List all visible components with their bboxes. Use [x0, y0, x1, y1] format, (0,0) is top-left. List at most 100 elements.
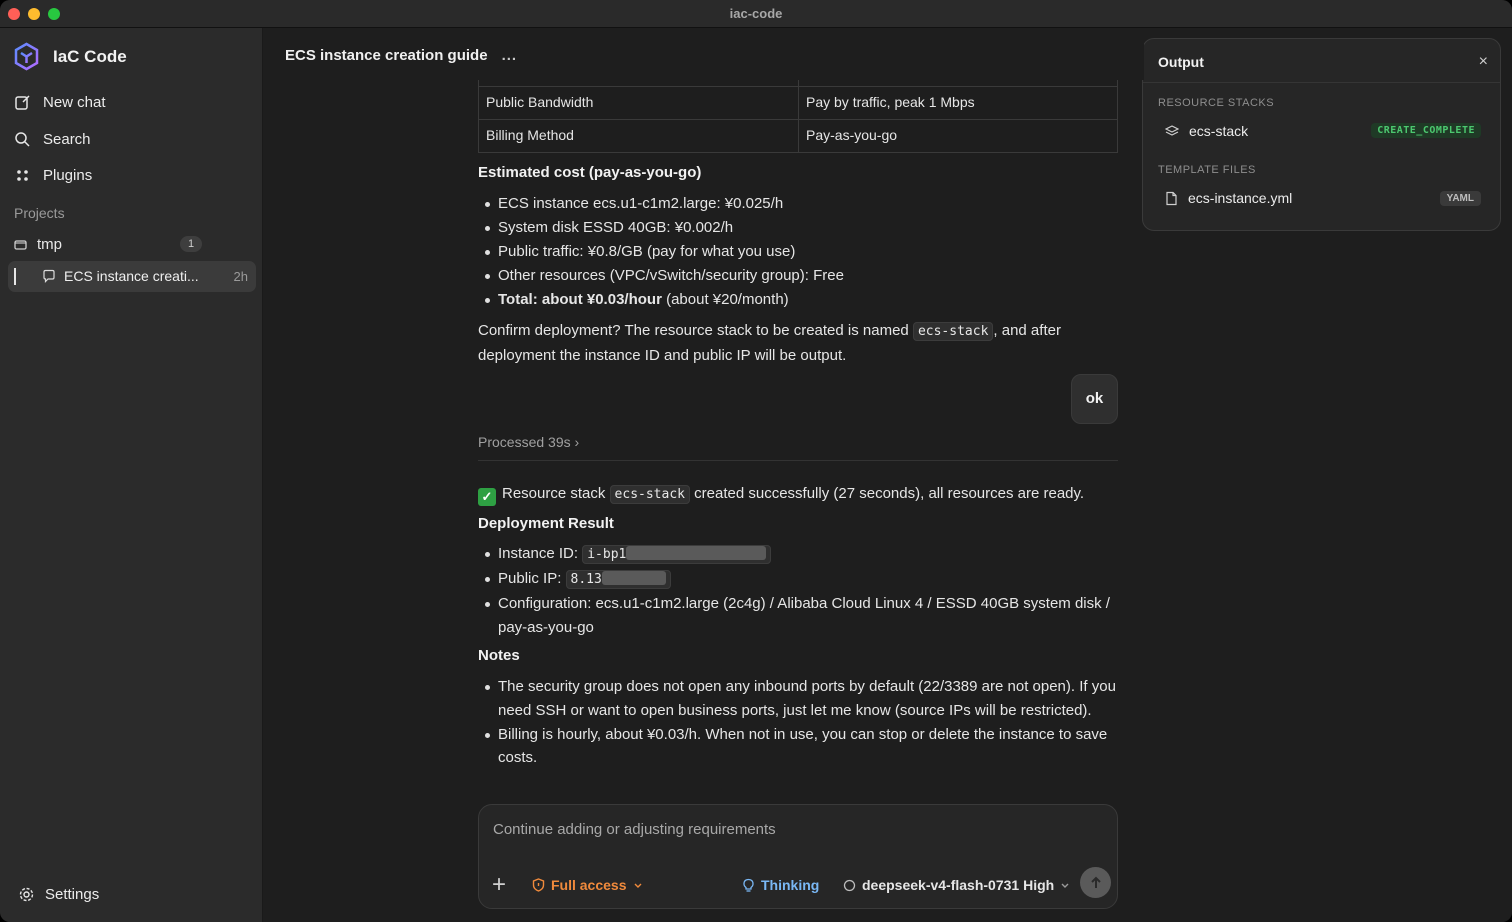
redaction [626, 546, 767, 560]
table-row: Public Bandwidth Pay by traffic, peak 1 … [478, 86, 1118, 120]
stacks-section-label: RESOURCE STACKS [1158, 97, 1275, 109]
public-ip-value: 8.13 [570, 572, 602, 587]
title-bar: iac-code [0, 0, 1512, 28]
total-cost: Total: about ¥0.03/hour [498, 291, 662, 308]
stack-name: ecs-stack [1189, 123, 1249, 139]
plugins-icon [17, 170, 28, 181]
chat-bubble-icon [43, 269, 55, 283]
sidebar: IaC Code New chat Search Plugins Project… [0, 28, 263, 922]
gear-icon [19, 887, 34, 902]
model-label: deepseek-v4-flash-0731 High [862, 877, 1055, 893]
confirm-pre: Confirm deployment? The resource stack t… [478, 322, 913, 339]
cost-list: ECS instance ecs.u1-c1m2.large: ¥0.025/h… [478, 192, 1118, 312]
stack-item[interactable]: ecs-stack [1165, 123, 1248, 139]
model-icon [843, 879, 856, 891]
list-item: Configuration: ecs.u1-c1m2.large (2c4g) … [478, 592, 1118, 639]
settings-button[interactable]: Settings [18, 886, 99, 903]
conversation-title: ECS instance creation guide [285, 47, 488, 64]
table-row: Billing Method Pay-as-you-go [478, 119, 1118, 153]
active-indicator [14, 268, 16, 285]
output-panel: Output × RESOURCE STACKS ecs-stack CREAT… [1142, 38, 1501, 231]
app-window: iac-code IaC Code New chat Search Plugin… [0, 0, 1512, 922]
total-cost-note: (about ¥20/month) [661, 291, 789, 308]
file-name: ecs-instance.yml [1188, 190, 1293, 206]
result-post: created successfully (27 seconds), all r… [690, 485, 1085, 502]
search-icon [15, 132, 30, 147]
check-icon: ✓ [478, 488, 496, 506]
deploy-heading: Deployment Result [478, 515, 614, 532]
table-cell: Public Bandwidth [478, 86, 799, 120]
output-title: Output [1158, 54, 1204, 70]
close-icon[interactable]: × [1479, 53, 1488, 71]
project-chat-count: 1 [180, 236, 202, 252]
conversation-header: ECS instance creation guide ... [285, 47, 517, 64]
thinking-toggle[interactable]: Thinking [742, 877, 819, 893]
ip-label: Public IP: [498, 570, 566, 587]
notes-list: The security group does not open any inb… [478, 675, 1118, 770]
list-item: Billing is hourly, about ¥0.03/h. When n… [478, 723, 1118, 770]
chat-time: 2h [233, 269, 248, 284]
cost-heading: Estimated cost (pay-as-you-go) [478, 164, 702, 181]
instance-id: i-bp1 [582, 545, 772, 564]
inline-code: ecs-stack [912, 322, 994, 341]
composer: Continue adding or adjusting requirement… [478, 804, 1118, 909]
confirm-text: Confirm deployment? The resource stack t… [478, 319, 1118, 367]
layers-icon [1165, 125, 1179, 136]
plugins-button[interactable]: Plugins [14, 167, 92, 184]
chevron-down-icon [1061, 883, 1069, 888]
inline-code: ecs-stack [609, 485, 690, 504]
notes-heading: Notes [478, 647, 520, 664]
processed-toggle[interactable]: Processed 39s › [478, 431, 579, 455]
result-pre: Resource stack [502, 485, 610, 502]
instance-id-value: i-bp1 [587, 547, 627, 562]
nav-label: Search [43, 131, 91, 148]
app-logo-icon [14, 42, 39, 71]
nav-label: New chat [43, 94, 106, 111]
status-badge: CREATE_COMPLETE [1371, 123, 1481, 138]
window-title: iac-code [729, 6, 783, 21]
file-icon [1166, 191, 1177, 205]
list-item: Total: about ¥0.03/hour (about ¥20/month… [478, 288, 1118, 312]
send-button[interactable] [1080, 867, 1111, 898]
list-item: Instance ID: i-bp1 [478, 542, 1118, 567]
arrow-up-icon [1090, 876, 1101, 888]
message-input[interactable]: Continue adding or adjusting requirement… [493, 821, 776, 838]
result-text: ✓ Resource stack ecs-stack created succes… [478, 482, 1118, 507]
chevron-down-icon [634, 883, 641, 888]
access-selector[interactable]: Full access [532, 877, 643, 893]
project-tmp[interactable]: tmp 1 [14, 236, 202, 253]
chevron-right-icon: › [574, 434, 580, 450]
lightbulb-icon [743, 878, 754, 892]
settings-label: Settings [45, 886, 100, 903]
brand: IaC Code [12, 42, 127, 71]
model-selector[interactable]: deepseek-v4-flash-0731 High [843, 877, 1070, 893]
projects-label: Projects [14, 205, 65, 221]
table-cell: Pay-as-you-go [798, 119, 1118, 153]
access-label: Full access [551, 877, 627, 893]
more-options-button[interactable]: ... [502, 47, 518, 64]
divider [1143, 82, 1500, 83]
compose-icon [15, 95, 30, 110]
add-attachment-button[interactable]: + [492, 873, 506, 897]
divider [478, 460, 1118, 461]
new-chat-button[interactable]: New chat [14, 94, 106, 111]
chat-title: ECS instance creati... [64, 268, 199, 284]
user-message: ok [1071, 374, 1118, 424]
folder-icon [14, 240, 27, 250]
public-ip: 8.13 [565, 570, 671, 589]
table-cell: Billing Method [478, 119, 799, 153]
file-item[interactable]: ecs-instance.yml [1165, 190, 1292, 206]
redaction [601, 571, 666, 585]
project-name: tmp [37, 236, 63, 253]
files-section-label: TEMPLATE FILES [1158, 164, 1256, 176]
list-item: Other resources (VPC/vSwitch/security gr… [478, 264, 1118, 288]
list-item: Public IP: 8.13 [478, 567, 1118, 592]
list-item: The security group does not open any inb… [478, 675, 1118, 722]
table-cell: Pay by traffic, peak 1 Mbps [798, 86, 1118, 120]
search-button[interactable]: Search [14, 131, 91, 148]
chat-item-active[interactable]: ECS instance creati... 2h [8, 261, 256, 292]
brand-name: IaC Code [53, 46, 127, 66]
list-item: ECS instance ecs.u1-c1m2.large: ¥0.025/h [478, 192, 1118, 216]
processed-label: Processed 39s [478, 434, 571, 450]
instance-label: Instance ID: [498, 545, 583, 562]
